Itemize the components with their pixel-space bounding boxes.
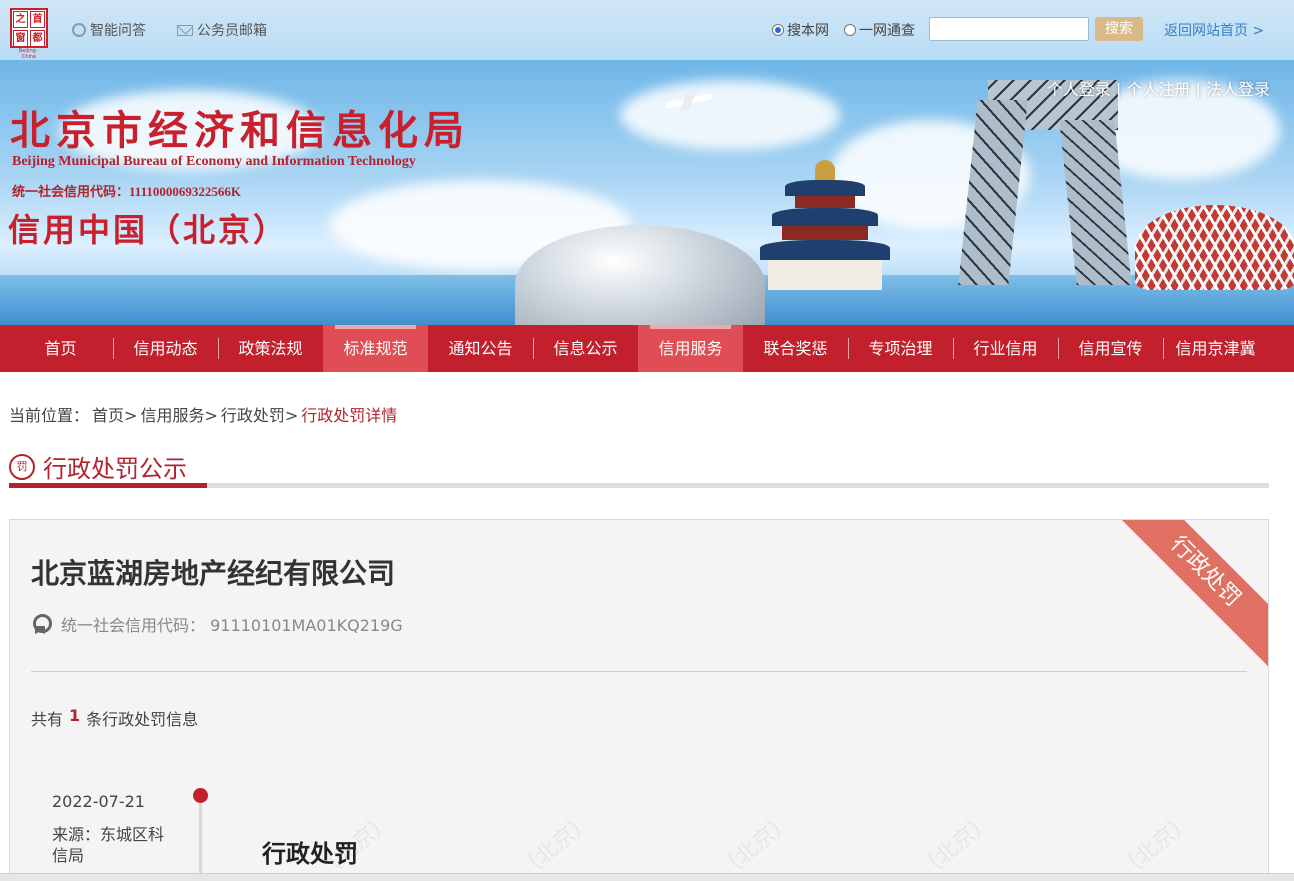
scope-radio-site[interactable]: 搜本网 <box>772 20 829 40</box>
site-credit-code: 统一社会信用代码：1111000069322566K <box>12 184 241 199</box>
card-divider <box>31 671 1247 672</box>
company-name: 北京蓝湖房地产经纪有限公司 <box>31 557 396 590</box>
mail-icon <box>177 24 193 36</box>
scope-radio-all-label: 一网通查 <box>859 23 915 39</box>
main-nav: 首页 信用动态 政策法规 标准规范 通知公告 信息公示 信用服务 联合奖惩 专项… <box>0 325 1294 372</box>
radio-unchecked-icon <box>844 24 856 36</box>
nav-item-jingjinji[interactable]: 信用京津冀 <box>1163 325 1268 372</box>
horizontal-scrollbar[interactable] <box>0 873 1294 881</box>
credit-code-value: 91110101MA01KQ219G <box>210 616 403 635</box>
record-count-number: 1 <box>69 706 81 725</box>
nav-item-industry-credit[interactable]: 行业信用 <box>953 325 1058 372</box>
site-subtitle: 信用中国（北京） <box>8 211 289 249</box>
credit-code-label: 统一社会信用代码： <box>61 616 206 635</box>
logo-char: 首 <box>30 11 45 28</box>
nav-item-rewards-penalties[interactable]: 联合奖惩 <box>743 325 848 372</box>
nav-item-credit-promotion[interactable]: 信用宣传 <box>1058 325 1163 372</box>
medal-icon <box>31 614 52 634</box>
scope-radio-all[interactable]: 一网通查 <box>844 20 915 40</box>
radio-checked-icon <box>772 24 784 36</box>
penalty-detail-card: 行政处罚 北京蓝湖房地产经纪有限公司 统一社会信用代码： 91110101MA0… <box>9 519 1269 881</box>
personal-register-link[interactable]: 个人注册 <box>1126 80 1190 99</box>
record-source: 来源：东城区科信局 <box>52 825 165 865</box>
breadcrumb-current: 行政处罚详情 <box>301 406 398 425</box>
auth-links: 个人登录 | 个人注册 | 法人登录 <box>1047 76 1270 100</box>
nav-item-notices[interactable]: 通知公告 <box>428 325 533 372</box>
nav-item-credit-service[interactable]: 信用服务 <box>638 325 743 372</box>
logo-caption: Beijing · China <box>18 48 40 60</box>
section-title: 行政处罚公示 <box>43 455 187 483</box>
auth-separator: | <box>1195 80 1201 99</box>
auth-separator: | <box>1115 80 1122 99</box>
watermark: （北京） <box>513 808 598 881</box>
cloud-decoration <box>620 80 840 150</box>
watermark: （北京） <box>713 808 798 881</box>
record-count-suffix: 条行政处罚信息 <box>86 710 199 729</box>
nav-item-disclosure[interactable]: 信息公示 <box>533 325 638 372</box>
credit-code-row: 统一社会信用代码： 91110101MA01KQ219G <box>31 612 403 636</box>
record-count-prefix: 共有 <box>31 710 64 729</box>
watermark: （北京） <box>913 808 998 881</box>
penalty-ribbon: 行政处罚 <box>1101 520 1268 676</box>
headset-icon <box>72 23 86 37</box>
nav-item-credit-news[interactable]: 信用动态 <box>113 325 218 372</box>
timeline-dot <box>193 788 208 803</box>
return-home-link[interactable]: 返回网站首页 > <box>1164 20 1264 40</box>
birds-nest-illustration <box>1135 205 1294 290</box>
top-bar: 之 首 窗 都 Beijing · China 智能问答 公务员邮箱 搜本网 一… <box>0 0 1294 60</box>
logo-char: 之 <box>13 11 28 28</box>
scope-radio-site-label: 搜本网 <box>787 23 829 39</box>
nav-item-standards[interactable]: 标准规范 <box>323 325 428 372</box>
civil-servant-mail-label: 公务员邮箱 <box>197 23 267 39</box>
search-button[interactable]: 搜索 <box>1095 17 1143 41</box>
breadcrumb-home[interactable]: 首页> <box>92 402 137 426</box>
record-date: 2022-07-21 <box>52 792 145 811</box>
site-title: 北京市经济和信息化局 <box>10 107 470 154</box>
capital-window-logo[interactable]: 之 首 窗 都 Beijing · China <box>10 8 48 60</box>
watermark: （北京） <box>1113 808 1198 881</box>
penalty-icon: 罚 <box>9 453 35 480</box>
nav-item-special-governance[interactable]: 专项治理 <box>848 325 953 372</box>
site-title-english: Beijing Municipal Bureau of Economy and … <box>12 154 416 169</box>
search-input[interactable] <box>929 17 1089 41</box>
personal-login-link[interactable]: 个人登录 <box>1047 80 1111 99</box>
legal-login-link[interactable]: 法人登录 <box>1206 80 1270 99</box>
header-banner: 北京市经济和信息化局 Beijing Municipal Bureau of E… <box>0 60 1294 325</box>
nav-item-policies[interactable]: 政策法规 <box>218 325 323 372</box>
section-heading: 罚 行政处罚公示 <box>9 449 187 484</box>
civil-servant-mail-link[interactable]: 公务员邮箱 <box>177 20 267 40</box>
timeline-line <box>199 803 202 880</box>
nav-item-home[interactable]: 首页 <box>8 325 113 372</box>
logo-char: 都 <box>30 30 45 47</box>
cctv-tower-illustration <box>958 80 1132 285</box>
breadcrumb-prefix: 当前位置： <box>9 406 90 425</box>
record-count: 共有 1 条行政处罚信息 <box>31 706 198 730</box>
smart-qa-link[interactable]: 智能问答 <box>72 20 146 40</box>
breadcrumb-credit-service[interactable]: 信用服务> <box>140 402 217 426</box>
smart-qa-label: 智能问答 <box>90 23 146 39</box>
temple-of-heaven-illustration <box>760 160 890 290</box>
breadcrumb: 当前位置： 首页> 信用服务> 行政处罚> 行政处罚详情 <box>9 402 397 426</box>
logo-char: 窗 <box>13 30 28 47</box>
section-underline <box>9 483 1269 488</box>
breadcrumb-admin-penalty[interactable]: 行政处罚> <box>221 402 298 426</box>
